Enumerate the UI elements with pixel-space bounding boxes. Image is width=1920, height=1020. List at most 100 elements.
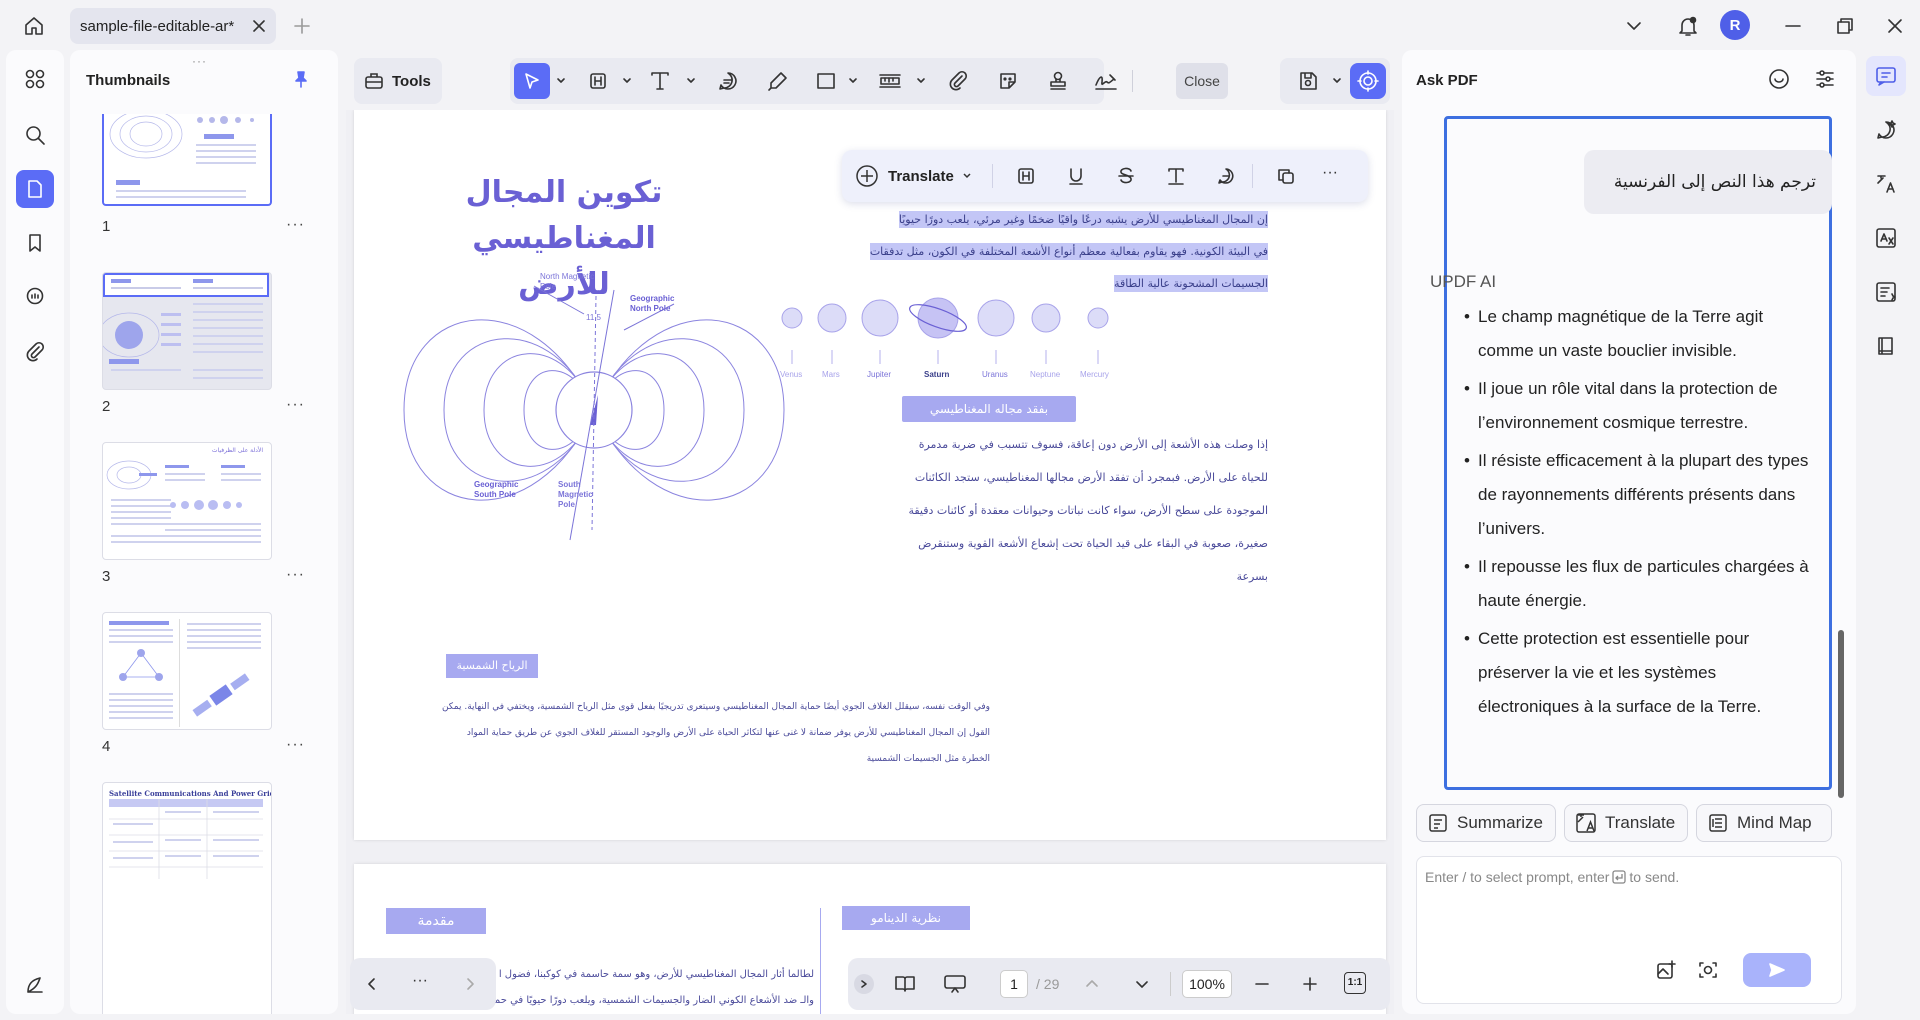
- collapse-icon[interactable]: [854, 974, 874, 994]
- measure-icon[interactable]: [872, 63, 908, 99]
- chevron-down-icon[interactable]: [622, 76, 632, 86]
- ask-pdf-title: Ask PDF: [1416, 72, 1478, 89]
- mind-map-button[interactable]: Mind Map: [1696, 804, 1832, 842]
- stamp-icon[interactable]: [1040, 63, 1076, 99]
- search-icon[interactable]: [16, 116, 54, 154]
- actual-size-button[interactable]: 1:1: [1344, 972, 1366, 994]
- avatar[interactable]: R: [1720, 10, 1750, 40]
- minimize-icon[interactable]: [1778, 12, 1808, 40]
- signature-icon[interactable]: [1088, 63, 1124, 99]
- translate-button[interactable]: Translate: [854, 160, 972, 192]
- explain-icon[interactable]: [1866, 218, 1906, 258]
- planet-label: Uranus: [982, 370, 1008, 379]
- history-icon[interactable]: [1764, 64, 1794, 94]
- summary-icon[interactable]: [1866, 272, 1906, 312]
- send-button[interactable]: [1743, 953, 1811, 987]
- chevron-down-icon[interactable]: [916, 76, 926, 86]
- selected-text-block[interactable]: إن المجال المغناطيسي للأرض يشبه درعًا وا…: [784, 204, 1268, 300]
- page-number-input[interactable]: 1: [1000, 970, 1028, 998]
- layers-icon[interactable]: [16, 966, 54, 1004]
- thumbnails-icon[interactable]: [16, 170, 54, 208]
- highlight-line: في البيئة الكونية. فهو يقاوم بفعالية معظ…: [869, 243, 1268, 260]
- answer-item: Il repousse les flux de particules charg…: [1464, 550, 1814, 618]
- divider: [1252, 164, 1253, 188]
- comments-icon[interactable]: [16, 278, 54, 316]
- summarize-button[interactable]: Summarize: [1416, 804, 1556, 842]
- zoom-in-icon[interactable]: [1296, 970, 1324, 998]
- tools-button[interactable]: Tools: [354, 58, 442, 104]
- translate-icon[interactable]: [1866, 164, 1906, 204]
- reading-mode-icon[interactable]: [890, 970, 920, 998]
- thumbnail-page-4[interactable]: [102, 612, 272, 730]
- chevron-down-icon[interactable]: [1128, 970, 1156, 998]
- edit-box-icon[interactable]: [1010, 160, 1042, 192]
- zoom-level[interactable]: 100%: [1182, 970, 1232, 998]
- bell-icon[interactable]: [1672, 10, 1704, 42]
- document-tab[interactable]: sample-file-editable-ar*: [70, 8, 276, 44]
- ai-assistant-icon[interactable]: [1350, 63, 1386, 99]
- comment-icon[interactable]: [1210, 160, 1242, 192]
- drag-handle[interactable]: ···: [192, 54, 207, 68]
- ai-label: UPDF AI: [1430, 272, 1497, 291]
- screenshot-icon[interactable]: [1693, 955, 1723, 985]
- thumbnail-number: 2: [102, 398, 111, 415]
- image-upload-icon[interactable]: [1651, 955, 1681, 985]
- ai-chat-icon[interactable]: [1866, 110, 1906, 150]
- copy-icon[interactable]: [1270, 160, 1302, 192]
- thumbnail-more-button[interactable]: ···: [286, 396, 305, 414]
- chevron-up-icon[interactable]: [1078, 970, 1106, 998]
- zoom-out-icon[interactable]: [1248, 970, 1276, 998]
- chevron-down-icon[interactable]: [556, 76, 566, 86]
- bookmark-icon[interactable]: [16, 224, 54, 262]
- new-tab-icon[interactable]: [290, 14, 314, 38]
- attachment-icon[interactable]: [16, 332, 54, 370]
- ask-pdf-tab-icon[interactable]: [1866, 56, 1906, 96]
- grid-icon[interactable]: [16, 60, 54, 98]
- present-icon[interactable]: [940, 970, 970, 998]
- paperclip-icon[interactable]: [940, 63, 976, 99]
- chevron-down-icon[interactable]: [1332, 76, 1342, 86]
- scrollbar[interactable]: [1838, 630, 1844, 798]
- chevron-down-icon[interactable]: [686, 76, 696, 86]
- select-cursor-icon[interactable]: [514, 63, 550, 99]
- planet-label: Mercury: [1080, 370, 1109, 379]
- chevron-left-icon[interactable]: [358, 970, 386, 998]
- text-tool-icon[interactable]: [642, 63, 678, 99]
- prompt-input[interactable]: Enter / to select prompt, enter to send.: [1416, 856, 1842, 1004]
- strikethrough-icon[interactable]: [1110, 160, 1142, 192]
- chevron-right-icon[interactable]: [456, 970, 484, 998]
- restore-icon[interactable]: [1830, 12, 1860, 40]
- underline-icon[interactable]: [1060, 160, 1092, 192]
- solar-wind-paragraph: وفي الوقت نفسه، سيقلل الغلاف الجوي أيضًا…: [441, 702, 990, 764]
- translate-action-button[interactable]: Translate: [1564, 804, 1688, 842]
- thumbnail-page-5[interactable]: Satellite Communications And Power Grids: [102, 782, 272, 1014]
- edit-box-icon[interactable]: [580, 63, 616, 99]
- close-button[interactable]: Close: [1176, 63, 1228, 99]
- pin-icon[interactable]: [288, 66, 314, 92]
- home-icon[interactable]: [18, 10, 50, 42]
- document-viewer[interactable]: تكوين المجال المغناطيسي للأرض إن المجال …: [346, 110, 1394, 1014]
- more-options-button[interactable]: ···: [1322, 164, 1338, 182]
- save-icon[interactable]: [1290, 63, 1326, 99]
- thumbnail-page-1[interactable]: [102, 114, 272, 206]
- close-window-icon[interactable]: [1880, 12, 1910, 40]
- settings-sliders-icon[interactable]: [1810, 64, 1840, 94]
- planets-illustration: [781, 297, 1109, 364]
- thumbnail-more-button[interactable]: ···: [286, 566, 305, 584]
- thumbnail-more-button[interactable]: ···: [286, 736, 305, 754]
- highlighter-icon[interactable]: [760, 63, 796, 99]
- chevron-down-icon[interactable]: [1620, 12, 1648, 40]
- sticker-icon[interactable]: [990, 63, 1026, 99]
- book-icon[interactable]: [1866, 326, 1906, 366]
- text-format-icon[interactable]: [1160, 160, 1192, 192]
- more-button[interactable]: ···: [412, 972, 428, 990]
- comment-icon[interactable]: [710, 63, 746, 99]
- thumbnail-more-button[interactable]: ···: [286, 216, 305, 234]
- thumbnail-page-2[interactable]: [102, 272, 272, 390]
- close-tab-icon[interactable]: [252, 19, 266, 33]
- rectangle-icon[interactable]: [808, 63, 844, 99]
- planet-label: Mars: [822, 370, 840, 379]
- chevron-down-icon[interactable]: [848, 76, 858, 86]
- thumbnail-page-3[interactable]: الأدلة على الظرفيات: [102, 442, 272, 560]
- thumbnails-panel: ··· Thumbnails 1 ··· 2 ··· الأدلة على ال…: [70, 50, 338, 1014]
